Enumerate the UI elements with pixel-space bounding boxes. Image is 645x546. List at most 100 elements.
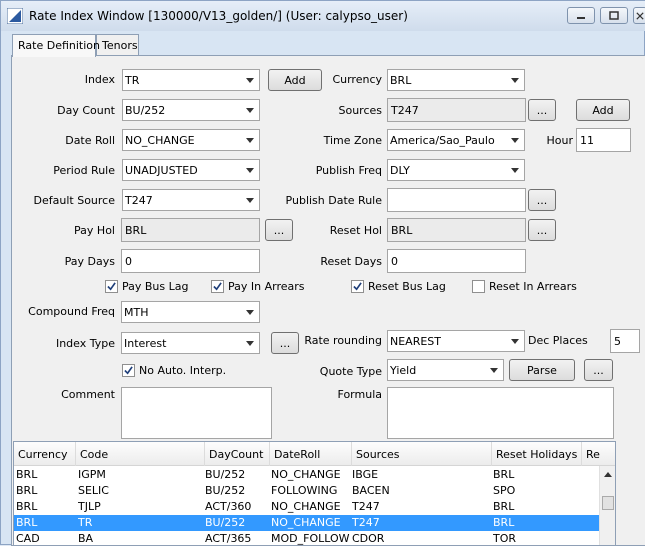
pay-hol-field[interactable]: BRL [121,218,260,242]
index-select[interactable]: TR [122,69,260,91]
cell-sources: T247 [352,516,380,529]
formula-textarea[interactable] [387,387,614,439]
cell-currency: BRL [16,500,38,513]
hour-label: Hour [546,134,574,147]
app-logo-icon [7,8,23,24]
pay-hol-label: Pay Hol [74,224,115,237]
no-auto-interp-label: No Auto. Interp. [139,363,227,377]
pay-days-value: 0 [125,255,132,268]
dropdown-arrow-icon [241,130,259,150]
cell-sources: T247 [352,500,380,513]
currency-select[interactable]: BRL [387,69,525,91]
parse-button[interactable]: Parse [509,359,575,381]
minimize-button[interactable] [567,7,595,24]
no-auto-interp-checkbox[interactable]: No Auto. Interp. [122,363,226,377]
window-title: Rate Index Window [130000/V13_golden/] (… [29,9,408,23]
dec-places-label: Dec Places [528,334,588,347]
scroll-up-icon[interactable] [604,472,612,477]
index-type-select[interactable]: Interest [121,332,260,354]
publish-date-rule-browse-button[interactable]: ... [528,189,556,211]
checkbox-box [122,363,135,377]
comment-textarea[interactable] [121,387,272,439]
default-source-label: Default Source [33,194,115,207]
cell-daycount: ACT/360 [205,500,252,513]
checkmark-icon [124,365,133,374]
reset-days-input[interactable]: 0 [387,249,526,273]
cell-code: IGPM [78,468,106,481]
title-bar[interactable]: Rate Index Window [130000/V13_golden/] (… [1,1,645,31]
publish-date-rule-field[interactable] [387,188,526,212]
column-header-daycount[interactable]: DayCount [205,442,270,466]
table-row[interactable]: CAD BA ACT/365 MOD_FOLLOW CDOR TOR [14,531,599,545]
rate-rounding-value: NEAREST [390,335,441,348]
compound-freq-value: MTH [124,306,149,319]
reset-hol-value: BRL [391,224,413,237]
scrollbar-thumb[interactable] [602,496,614,510]
table-vertical-scrollbar[interactable] [599,466,615,545]
cell-currency: CAD [16,532,40,545]
cell-daycount: BU/252 [205,484,246,497]
cell-code: TJLP [78,500,101,513]
cell-dateroll: NO_CHANGE [271,468,341,481]
quote-type-value: Yield [390,364,417,377]
column-header-reset-holidays[interactable]: Reset Holidays [492,442,582,466]
dropdown-arrow-icon [241,333,259,353]
checkbox-box [105,279,118,293]
index-type-browse-button[interactable]: ... [271,332,299,354]
reset-in-arrears-checkbox[interactable]: Reset In Arrears [472,279,577,293]
time-zone-select[interactable]: America/Sao_Paulo [387,129,525,151]
hour-value: 11 [580,134,594,147]
close-button[interactable] [633,7,645,24]
reset-bus-lag-label: Reset Bus Lag [368,279,446,293]
sources-add-button[interactable]: Add [576,99,630,121]
dropdown-arrow-icon [506,130,524,150]
cell-daycount: ACT/365 [205,532,252,545]
hour-input[interactable]: 11 [576,128,631,152]
tab-rate-definition[interactable]: Rate Definition [12,34,100,57]
cell-dateroll: NO_CHANGE [271,516,341,529]
pay-hol-browse-button[interactable]: ... [265,219,293,241]
table-row[interactable]: BRL TR BU/252 NO_CHANGE T247 BRL [14,515,599,531]
column-header-code[interactable]: Code [76,442,205,466]
default-source-select[interactable]: T247 [122,189,260,211]
pay-days-input[interactable]: 0 [121,249,260,273]
column-header-re[interactable]: Re [582,442,615,466]
publish-freq-select[interactable]: DLY [387,159,525,181]
pay-bus-lag-label: Pay Bus Lag [122,279,189,293]
period-rule-select[interactable]: UNADJUSTED [122,159,260,181]
table-row[interactable]: BRL IGPM BU/252 NO_CHANGE IBGE BRL [14,467,599,483]
compound-freq-select[interactable]: MTH [121,301,260,323]
reset-hol-browse-button[interactable]: ... [528,219,556,241]
pay-bus-lag-checkbox[interactable]: Pay Bus Lag [105,279,188,293]
close-icon [636,11,644,20]
checkbox-box [472,279,485,293]
time-zone-value: America/Sao_Paulo [390,134,495,147]
quote-type-browse-button[interactable]: ... [584,359,613,381]
quote-type-select[interactable]: Yield [387,359,504,381]
publish-date-rule-label: Publish Date Rule [285,194,382,207]
day-count-select[interactable]: BU/252 [122,99,260,121]
index-value: TR [125,74,140,87]
reset-bus-lag-checkbox[interactable]: Reset Bus Lag [351,279,446,293]
column-header-sources[interactable]: Sources [352,442,492,466]
column-header-dateroll[interactable]: DateRoll [270,442,352,466]
sources-field[interactable]: T247 [387,98,526,122]
table-row[interactable]: BRL TJLP ACT/360 NO_CHANGE T247 BRL [14,499,599,515]
quote-type-label: Quote Type [319,365,382,378]
cell-currency: BRL [16,468,38,481]
sources-browse-button[interactable]: ... [528,99,556,121]
dec-places-input[interactable]: 5 [610,329,640,353]
column-header-currency[interactable]: Currency [14,442,76,466]
pay-in-arrears-checkbox[interactable]: Pay In Arrears [211,279,305,293]
table-row[interactable]: BRL SELIC BU/252 FOLLOWING BACEN SPO [14,483,599,499]
dropdown-arrow-icon [506,70,524,90]
cell-daycount: BU/252 [205,516,246,529]
index-label: Index [84,73,115,86]
reset-hol-field[interactable]: BRL [387,218,526,242]
rate-rounding-select[interactable]: NEAREST [387,330,525,352]
maximize-button[interactable] [600,7,628,24]
day-count-value: BU/252 [125,104,166,117]
date-roll-label: Date Roll [65,134,115,147]
tab-tenors[interactable]: Tenors [96,34,139,56]
date-roll-select[interactable]: NO_CHANGE [122,129,260,151]
